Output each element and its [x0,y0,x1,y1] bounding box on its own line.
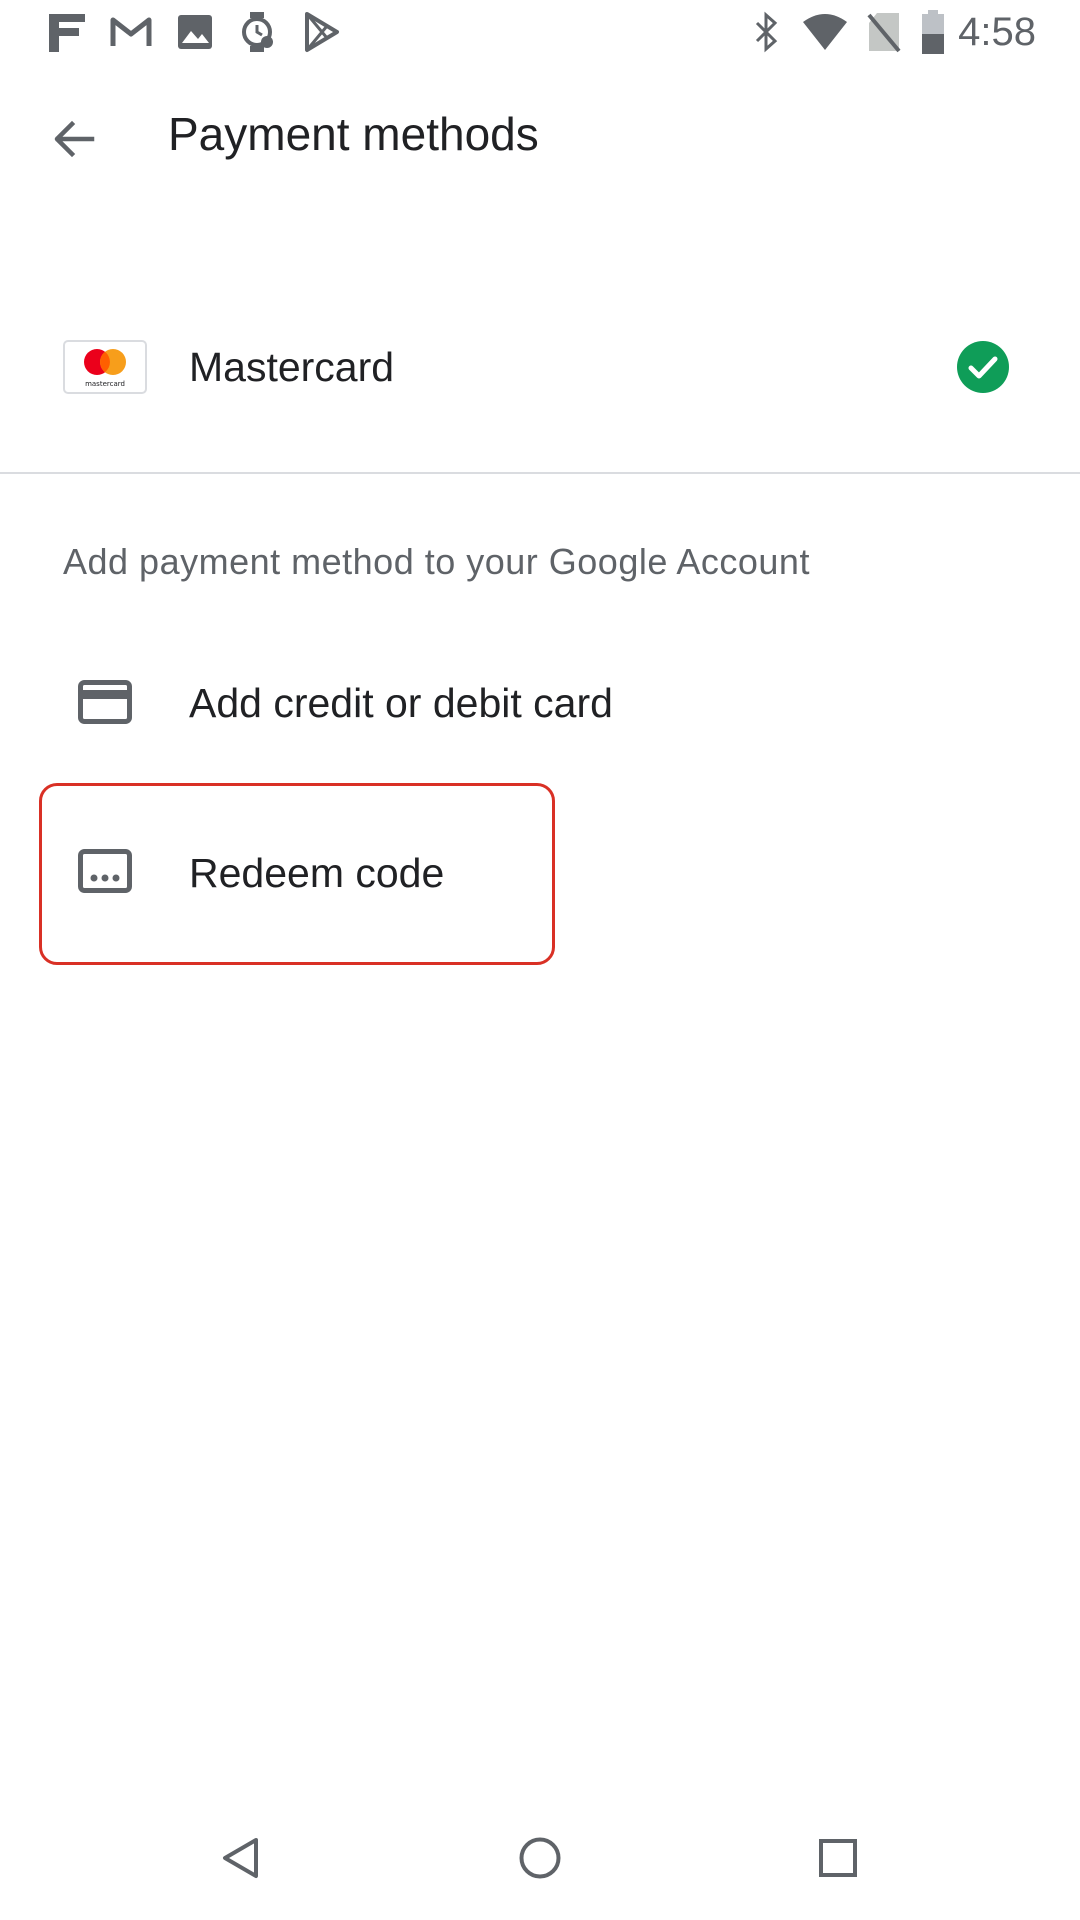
photos-icon [172,10,218,54]
mastercard-logo: mastercard [63,340,147,394]
payment-method-label: Mastercard [189,344,395,390]
status-bar: 4:58 [0,0,1080,64]
watch-icon [234,10,280,54]
battery-icon [920,10,946,54]
add-card-item[interactable]: Add credit or debit card [0,630,1080,780]
app-bar: Payment methods [0,64,1080,204]
add-payment-header: Add payment method to your Google Accoun… [63,541,810,582]
credit-card-icon [78,680,132,724]
status-time: 4:58 [958,10,1036,54]
nav-recents-button[interactable] [808,1830,868,1890]
nav-home-button[interactable] [510,1830,570,1890]
wifi-icon [800,10,850,54]
payment-methods-screen: 4:58 Payment methods mastercard Masterca… [0,0,1080,1920]
fitness-icon [44,10,90,54]
check-circle-icon [956,340,1010,394]
divider [0,472,1080,474]
arrow-back-icon [50,115,98,168]
navigation-bar [0,1800,1080,1920]
add-card-label: Add credit or debit card [189,680,613,726]
home-circle-icon [518,1836,562,1885]
play-store-icon [298,10,344,54]
back-triangle-icon [220,1836,260,1885]
no-sim-icon [864,10,904,54]
gmail-icon [108,10,154,54]
bluetooth-icon [752,10,782,54]
page-title: Payment methods [168,108,539,160]
redeem-code-highlight [39,783,555,965]
nav-back-button[interactable] [210,1830,270,1890]
payment-method-mastercard[interactable]: mastercard Mastercard [0,292,1080,442]
recents-square-icon [818,1838,858,1883]
back-button[interactable] [34,101,114,181]
mastercard-logo-text: mastercard [85,380,125,388]
